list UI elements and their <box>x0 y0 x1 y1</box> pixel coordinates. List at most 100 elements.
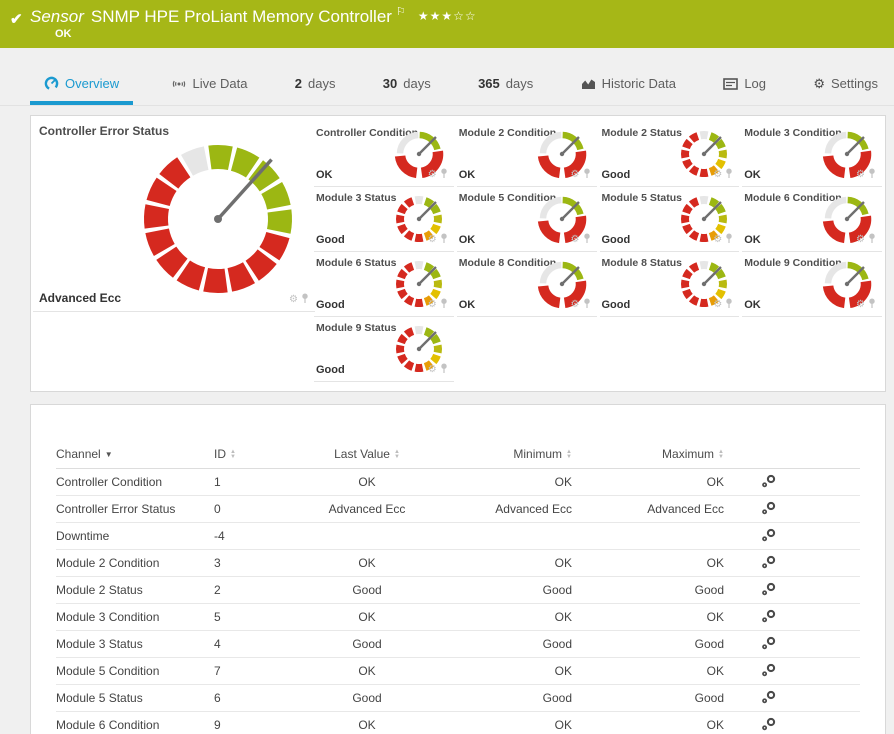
pin-icon[interactable] <box>440 361 448 379</box>
tab-30-days[interactable]: 30 days <box>373 62 441 105</box>
log-icon <box>723 77 739 90</box>
gauge-tile-module-9-condition[interactable]: Module 9 Condition OK ⚙ <box>742 252 882 317</box>
gear-icon[interactable]: ⚙ <box>571 170 580 180</box>
cell-settings[interactable] <box>724 495 814 523</box>
column-header-last-value[interactable]: Last Value ▲ ▼ <box>302 443 432 469</box>
pin-icon[interactable] <box>583 296 591 314</box>
gear-icon[interactable]: ⚙ <box>428 365 437 375</box>
gear-icon[interactable]: ⚙ <box>428 235 437 245</box>
channel-settings-icon[interactable] <box>761 555 777 572</box>
priority-stars[interactable]: ★★★☆☆ <box>418 9 477 23</box>
pin-icon[interactable] <box>868 166 876 184</box>
gauge-tile-module-2-condition[interactable]: Module 2 Condition OK ⚙ <box>456 122 597 187</box>
cell-settings[interactable] <box>724 576 814 604</box>
gauge-value: OK <box>744 234 761 246</box>
cell-channel[interactable]: Controller Condition <box>56 468 214 496</box>
tab-historic-data[interactable]: Historic Data <box>571 62 686 105</box>
pin-icon[interactable] <box>868 296 876 314</box>
gear-icon[interactable]: ⚙ <box>713 235 722 245</box>
channel-settings-icon[interactable] <box>761 582 777 599</box>
column-header-maximum[interactable]: Maximum ▲ ▼ <box>572 443 724 469</box>
pin-icon[interactable] <box>583 231 591 249</box>
cell-channel[interactable]: Module 2 Condition <box>56 549 214 577</box>
cell-settings[interactable] <box>724 684 814 712</box>
pin-icon[interactable] <box>440 231 448 249</box>
pin-icon[interactable] <box>583 166 591 184</box>
cell-channel[interactable]: Downtime <box>56 522 214 550</box>
cell-channel[interactable]: Module 3 Condition <box>56 603 214 631</box>
gauge-tile-controller-condition[interactable]: Controller Condition OK ⚙ <box>314 122 454 187</box>
cell-maximum: Advanced Ecc <box>572 495 724 523</box>
cell-channel[interactable]: Module 6 Condition <box>56 711 214 734</box>
channel-settings-icon[interactable] <box>761 717 777 734</box>
cell-spacer <box>814 549 860 577</box>
pin-icon[interactable] <box>725 166 733 184</box>
gauges-panel: Controller Error Status Advanced Ecc ⚙ C… <box>30 115 886 392</box>
gear-icon[interactable]: ⚙ <box>856 170 865 180</box>
gauge-tile-module-8-condition[interactable]: Module 8 Condition OK ⚙ <box>456 252 597 317</box>
channel-settings-icon[interactable] <box>761 501 777 518</box>
gauge-tile-module-5-condition[interactable]: Module 5 Condition OK ⚙ <box>456 187 597 252</box>
cell-channel[interactable]: Module 5 Condition <box>56 657 214 685</box>
cell-minimum: OK <box>432 657 572 685</box>
gear-icon[interactable]: ⚙ <box>856 235 865 245</box>
channel-settings-icon[interactable] <box>761 690 777 707</box>
cell-settings[interactable] <box>724 630 814 658</box>
tab-overview[interactable]: Overview <box>30 62 134 105</box>
cell-channel[interactable]: Module 3 Status <box>56 630 214 658</box>
gear-icon[interactable]: ⚙ <box>289 295 298 305</box>
tab-log[interactable]: Log <box>713 62 776 105</box>
table-row: Module 5 Condition 7 OK OK OK <box>56 657 860 685</box>
tab-2-days[interactable]: 2 days <box>285 62 346 105</box>
cell-id: 5 <box>214 603 302 631</box>
cell-settings[interactable] <box>724 522 814 550</box>
cell-settings[interactable] <box>724 468 814 496</box>
gauge-tile-module-9-status[interactable]: Module 9 Status Good ⚙ <box>314 317 454 382</box>
channel-settings-icon[interactable] <box>761 636 777 653</box>
gear-icon[interactable]: ⚙ <box>428 170 437 180</box>
gauge-tile-module-3-status[interactable]: Module 3 Status Good ⚙ <box>314 187 454 252</box>
cell-settings[interactable] <box>724 603 814 631</box>
cell-settings[interactable] <box>724 711 814 734</box>
column-header-minimum[interactable]: Minimum ▲ ▼ <box>432 443 572 469</box>
gauge-tile-module-3-condition[interactable]: Module 3 Condition OK ⚙ <box>742 122 882 187</box>
column-header-channel[interactable]: Channel ▼ <box>56 443 214 469</box>
gear-icon[interactable]: ⚙ <box>713 300 722 310</box>
gauge-value: Advanced Ecc <box>39 291 122 305</box>
tab-live-data[interactable]: Live Data <box>161 62 258 105</box>
cell-channel[interactable]: Module 2 Status <box>56 576 214 604</box>
cell-channel[interactable]: Controller Error Status <box>56 495 214 523</box>
gear-icon[interactable]: ⚙ <box>856 300 865 310</box>
gear-icon[interactable]: ⚙ <box>713 170 722 180</box>
cell-settings[interactable] <box>724 549 814 577</box>
channel-settings-icon[interactable] <box>761 474 777 491</box>
channel-settings-icon[interactable] <box>761 663 777 680</box>
tab-365-days[interactable]: 365 days <box>468 62 543 105</box>
gauge-tile-module-6-condition[interactable]: Module 6 Condition OK ⚙ <box>742 187 882 252</box>
cell-id: 6 <box>214 684 302 712</box>
column-header-id[interactable]: ID ▲ ▼ <box>214 443 302 469</box>
pin-icon[interactable] <box>868 231 876 249</box>
gear-icon[interactable]: ⚙ <box>428 300 437 310</box>
gauge-tile-module-2-status[interactable]: Module 2 Status Good ⚙ <box>599 122 740 187</box>
gauge-tile-module-8-status[interactable]: Module 8 Status Good ⚙ <box>599 252 740 317</box>
flag-icon[interactable]: ⚐ <box>396 6 406 18</box>
pin-icon[interactable] <box>725 296 733 314</box>
cell-channel[interactable]: Module 5 Status <box>56 684 214 712</box>
channel-settings-icon[interactable] <box>761 528 777 545</box>
channel-settings-icon[interactable] <box>761 609 777 626</box>
cell-spacer <box>814 684 860 712</box>
pin-icon[interactable] <box>440 296 448 314</box>
cell-minimum <box>432 522 572 550</box>
gear-icon[interactable]: ⚙ <box>571 235 580 245</box>
pin-icon[interactable] <box>440 166 448 184</box>
cell-settings[interactable] <box>724 657 814 685</box>
gauge-tile-module-5-status[interactable]: Module 5 Status Good ⚙ <box>599 187 740 252</box>
pin-icon[interactable] <box>301 291 309 309</box>
pin-icon[interactable] <box>725 231 733 249</box>
gear-icon[interactable]: ⚙ <box>571 300 580 310</box>
tab-settings[interactable]: ⚙ Settings <box>803 62 888 105</box>
gauge-tile-controller-error-status[interactable]: Controller Error Status Advanced Ecc ⚙ <box>33 116 315 312</box>
cell-id: 9 <box>214 711 302 734</box>
gauge-tile-module-6-status[interactable]: Module 6 Status Good ⚙ <box>314 252 454 317</box>
